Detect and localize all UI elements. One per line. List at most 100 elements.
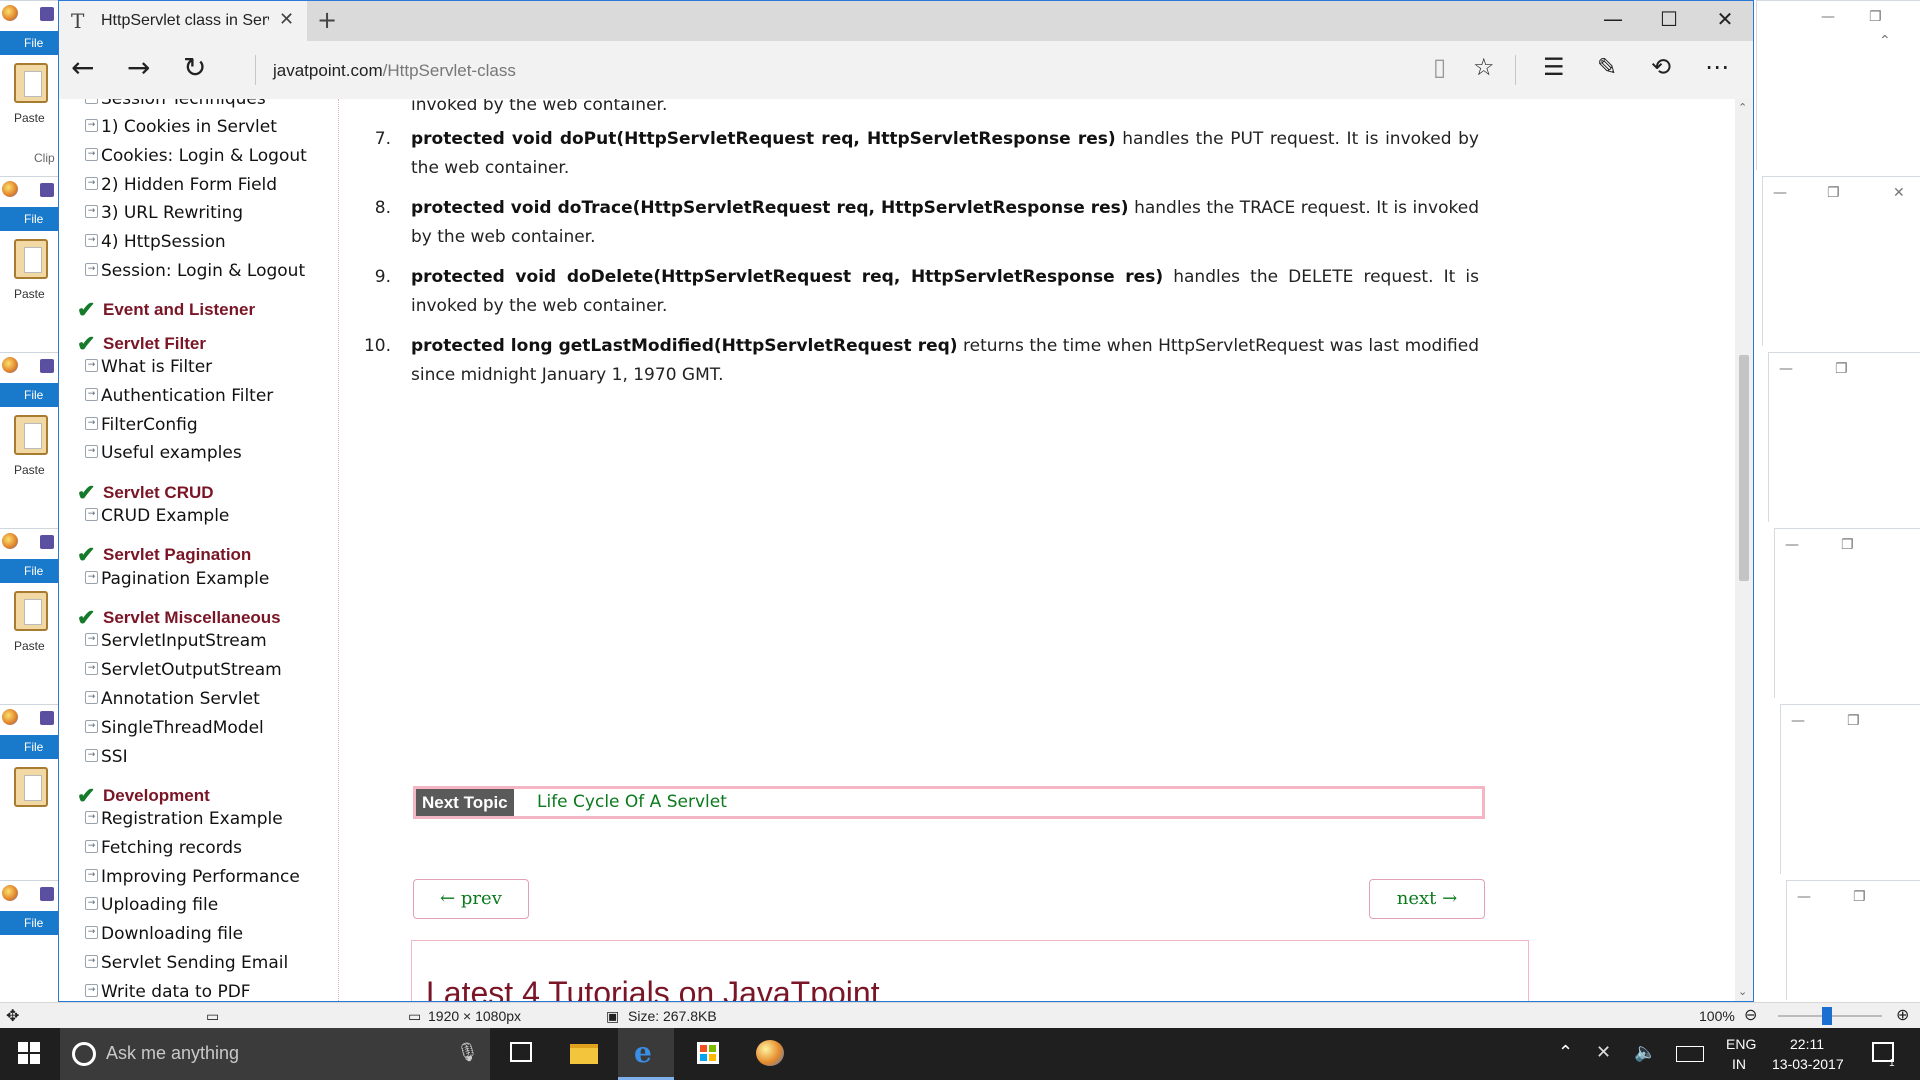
sidebar-item[interactable]: → Cookies: Login & Logout [85,146,307,172]
region-indicator[interactable]: IN [1732,1056,1746,1072]
paint-file-tab[interactable]: File [0,31,60,55]
sidebar-item[interactable]: → 2) Hidden Form Field [85,175,277,201]
sidebar-item[interactable]: → 4) HttpSession [85,232,226,258]
sidebar-section-heading[interactable]: ✔ Servlet Pagination [77,540,251,567]
paint-file-tab[interactable]: File [0,383,60,407]
sidebar-item[interactable]: →Session Techniques [85,99,266,115]
show-hidden-icons-chevron-icon[interactable]: ⌃ [1558,1042,1573,1063]
store-icon[interactable] [680,1028,736,1080]
address-bar[interactable]: javatpoint.com/HttpServlet-class [273,61,516,81]
sidebar-item[interactable]: → Session: Login & Logout [85,261,305,287]
paint-file-tab[interactable]: File [0,735,60,759]
restore-icon[interactable]: ❐ [1827,185,1840,201]
sidebar-item[interactable]: → Servlet Sending Email [85,953,288,979]
keyboard-icon[interactable] [1676,1046,1704,1062]
paint-window-2[interactable]: File Paste [0,176,60,346]
restore-icon[interactable]: ❐ [1853,889,1866,905]
maximize-icon[interactable]: ☐ [1649,7,1689,31]
sidebar-item[interactable]: → CRUD Example [85,506,229,532]
sidebar-item[interactable]: → 3) URL Rewriting [85,203,243,229]
minimize-icon[interactable]: — [1797,889,1811,905]
forward-arrow-icon[interactable]: → [127,51,150,84]
paint-file-tab[interactable]: File [0,207,60,231]
background-window-5[interactable]: — ❐ [1780,704,1920,874]
zoom-out-icon[interactable]: ⊖ [1744,1005,1757,1025]
sidebar-item[interactable]: → Write data to PDF [85,982,251,1001]
sidebar-item[interactable]: → Fetching records [85,838,242,864]
cortana-search-box[interactable]: Ask me anything 🎙 [60,1028,490,1080]
close-icon[interactable]: ✕ [1893,185,1905,201]
sidebar-item[interactable]: → Uploading file [85,895,218,921]
scrollbar-thumb[interactable] [1739,355,1749,581]
network-icon[interactable]: ✕ [1596,1042,1611,1063]
more-options-icon[interactable]: ⋯ [1705,53,1729,81]
clock-date[interactable]: 13-03-2017 [1772,1056,1844,1072]
web-note-icon[interactable]: ✎ [1597,53,1617,81]
task-view-icon[interactable] [492,1028,548,1080]
sidebar-section-heading[interactable]: ✔ Servlet CRUD [77,478,214,505]
restore-icon[interactable]: ❐ [1847,713,1860,729]
sidebar-item[interactable]: → 1) Cookies in Servlet [85,117,277,143]
paint-window-5[interactable]: File [0,704,60,874]
paint-file-tab[interactable]: File [0,559,60,583]
next-button[interactable]: next → [1369,879,1485,919]
sidebar-item[interactable]: → SSI [85,747,128,773]
volume-icon[interactable]: 🔈 [1634,1042,1656,1063]
background-window-1[interactable]: — ❐ ✕ ⌃ [1756,0,1920,170]
sidebar-section-heading[interactable]: ✔ Event and Listener [77,295,255,322]
sidebar-section-heading[interactable]: ✔ Servlet Filter [77,329,206,356]
zoom-slider-thumb[interactable] [1822,1007,1832,1025]
minimize-icon[interactable]: — [1785,537,1799,553]
sidebar-item[interactable]: → Pagination Example [85,569,269,595]
sidebar-item[interactable]: → FilterConfig [85,415,198,441]
paint-window-3[interactable]: File Paste [0,352,60,522]
tab-httpservlet-class[interactable]: T HttpServlet class in Serv ✕ [59,1,307,41]
minimize-icon[interactable]: — [1779,361,1793,377]
reading-view-icon[interactable]: ▯ [1433,53,1446,81]
refresh-icon[interactable]: ↻ [183,51,206,84]
background-window-4[interactable]: — ❐ [1774,528,1920,698]
paint-window-1[interactable]: File Paste Clip [0,0,60,170]
minimize-icon[interactable]: — [1773,185,1787,201]
background-window-2[interactable]: — ❐ ✕ [1762,176,1920,346]
sidebar-section-heading[interactable]: ✔ Servlet Miscellaneous [77,603,281,630]
paint-window-6[interactable]: File [0,880,60,1000]
language-indicator[interactable]: ENG [1726,1036,1756,1052]
paint-file-tab[interactable]: File [0,911,60,935]
paint-taskbar-icon[interactable] [742,1028,798,1080]
windows-start-icon[interactable] [18,1042,40,1064]
close-tab-icon[interactable]: ✕ [279,9,294,30]
background-window-3[interactable]: — ❐ [1768,352,1920,522]
hub-icon[interactable]: ☰ [1543,53,1565,81]
sidebar-item[interactable]: → Authentication Filter [85,386,273,412]
sidebar-item[interactable]: → Registration Example [85,809,283,835]
next-topic-link[interactable]: Life Cycle Of A Servlet [537,789,727,816]
sidebar-section-heading[interactable]: ✔ Development [77,781,210,808]
vertical-scrollbar[interactable]: ⌃ ⌄ [1735,99,1753,1001]
favorite-star-icon[interactable]: ☆ [1473,53,1495,81]
back-arrow-icon[interactable]: ← [71,51,94,84]
scroll-down-icon[interactable]: ⌄ [1738,985,1747,998]
sidebar-item[interactable]: → SingleThreadModel [85,718,264,744]
file-explorer-icon[interactable] [556,1028,612,1080]
minimize-icon[interactable]: — [1593,7,1633,31]
sidebar-item[interactable]: → ServletInputStream [85,631,267,657]
sidebar-item[interactable]: → Useful examples [85,443,242,469]
close-window-icon[interactable]: ✕ [1705,7,1745,31]
minimize-icon[interactable]: — [1791,713,1805,729]
restore-icon[interactable]: ❐ [1841,537,1854,553]
share-icon[interactable]: ⟲ [1651,53,1671,81]
scroll-up-icon[interactable]: ⌃ [1738,101,1747,114]
restore-icon[interactable]: ❐ [1869,9,1882,25]
new-tab-icon[interactable]: + [317,6,337,34]
microphone-icon[interactable]: 🎙 [456,1042,479,1063]
paint-window-4[interactable]: File Paste [0,528,60,698]
sidebar-item[interactable]: → Improving Performance [85,867,300,893]
clock-time[interactable]: 22:11 [1790,1036,1824,1052]
background-window-6[interactable]: — ❐ [1786,880,1920,1000]
prev-button[interactable]: ← prev [413,879,529,919]
minimize-icon[interactable]: — [1821,9,1835,25]
chevron-up-icon[interactable]: ⌃ [1879,33,1891,49]
restore-icon[interactable]: ❐ [1835,361,1848,377]
zoom-in-icon[interactable]: ⊕ [1896,1005,1909,1025]
